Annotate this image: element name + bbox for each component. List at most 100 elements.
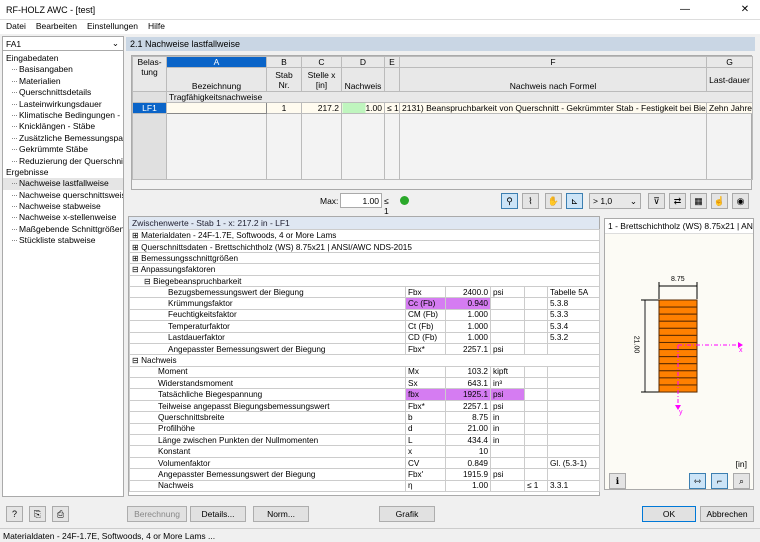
tree-item[interactable]: Stückliste stabweise [3, 235, 123, 246]
table-row[interactable]: Teilweise angepasst Biegungsbemessungswe… [130, 400, 600, 411]
select-icon[interactable]: ☝ [711, 193, 728, 209]
graphic-button[interactable]: Grafik [379, 506, 435, 522]
table-row[interactable]: Angepasster Bemessungswert der BiegungFb… [130, 343, 600, 354]
value: 8.75 [446, 412, 491, 423]
expand-icon[interactable]: ⊞ [132, 231, 141, 240]
col-letter-g[interactable]: G [707, 57, 753, 68]
excel-export-icon[interactable]: ▦ [690, 193, 707, 209]
symbol: fbx [406, 389, 446, 400]
table-row[interactable]: LastdauerfaktorCD (Fb)1.0005.3.2 [130, 332, 600, 343]
collapse-icon[interactable]: ⊟ [132, 265, 141, 274]
table-row[interactable]: Konstantx10 [130, 446, 600, 457]
tree-item[interactable]: Nachweise lastfallweise [3, 178, 123, 189]
table-row[interactable]: Länge zwischen Punkten der NullmomentenL… [130, 435, 600, 446]
tree-item[interactable]: Gekrümmte Stäbe [3, 144, 123, 155]
details-button[interactable]: Details... [190, 506, 246, 522]
table-row[interactable]: ⊟ Biegebeanspruchbarkeit [130, 275, 600, 286]
table-row[interactable]: Angepasster Bemessungswert der BiegungFb… [130, 469, 600, 480]
table-row[interactable]: FeuchtigkeitsfaktorCM (Fb)1.0005.3.3 [130, 309, 600, 320]
location-cell[interactable]: 217.2 [302, 103, 342, 114]
filter-select[interactable]: > 1,0⌄ [589, 193, 641, 209]
table-row[interactable]: ⊞ Materialdaten - 24F-1.7E, Softwoods, 4… [130, 230, 600, 241]
view-icon[interactable]: ◉ [732, 193, 749, 209]
table-row[interactable]: LF1 1 217.2 1.00 ≤ 1 2131) Beanspruchbar… [133, 103, 753, 114]
tree-group[interactable]: Ergebnisse [3, 167, 123, 178]
section-view-icon[interactable]: ⌇ [522, 193, 539, 209]
help-icon[interactable]: ? [6, 506, 23, 522]
tree-item[interactable]: Maßgebende Schnittgrößen stabweise [3, 224, 123, 235]
table-row[interactable]: Tatsächliche Biegespannungfbx1925.1psi [130, 389, 600, 400]
table-row[interactable]: KrümmungsfaktorCc (Fb)0.9405.3.8 [130, 298, 600, 309]
expand-icon[interactable]: ⊞ [132, 243, 141, 252]
collapse-icon[interactable]: ⊟ [132, 356, 141, 365]
unit: psi [491, 400, 525, 411]
tree-item[interactable]: Klimatische Bedingungen - Stäbe [3, 110, 123, 121]
axes-icon[interactable]: ⌐ [711, 473, 728, 489]
table-row[interactable]: MomentMx103.2kipft [130, 366, 600, 377]
diagram-icon[interactable]: ⊾ [566, 193, 583, 209]
col-stelle: Stelle x [in] [302, 68, 342, 92]
info-icon[interactable]: ℹ [609, 473, 626, 489]
col-letter-c[interactable]: C [302, 57, 342, 68]
table-row[interactable]: ⊞ Querschnittsdaten - Brettschichtholz (… [130, 241, 600, 252]
menu-datei[interactable]: Datei [2, 20, 30, 32]
value-name: Krümmungsfaktor [130, 298, 406, 309]
col-letter-a[interactable]: A [167, 57, 267, 68]
calculate-button[interactable]: Berechnung [127, 506, 187, 522]
tree-item[interactable]: Reduzierung der Querschnittsfläche [3, 156, 123, 167]
case-select[interactable]: FA1⌄ [3, 37, 123, 51]
table-row[interactable]: VolumenfaktorCV0.849Gl. (5.3-1) [130, 457, 600, 468]
duration-cell[interactable]: Zehn Jahre [707, 103, 753, 114]
expand-icon[interactable]: ⊞ [132, 254, 141, 263]
tree-item[interactable]: Nachweise x-stellenweise [3, 212, 123, 223]
lamination [659, 335, 697, 342]
minimize-button[interactable]: — [670, 0, 700, 20]
menu-bearbeiten[interactable]: Bearbeiten [32, 20, 81, 32]
tree-item[interactable]: Nachweise stabweise [3, 201, 123, 212]
table-row[interactable]: ⊟ Anpassungsfaktoren [130, 264, 600, 275]
filter-icon[interactable]: ⊽ [648, 193, 665, 209]
tree-group[interactable]: Eingabedaten [3, 53, 123, 64]
ok-button[interactable]: OK [642, 506, 696, 522]
hand-icon[interactable]: ✋ [545, 193, 562, 209]
tree-item[interactable]: Zusätzliche Bemessungsparameter [3, 133, 123, 144]
export-icon[interactable]: ⎘ [29, 506, 46, 522]
load-case[interactable]: LF1 [133, 103, 167, 114]
collapse-icon[interactable]: ⊟ [144, 277, 153, 286]
print-icon[interactable]: ⎙ [52, 506, 69, 522]
formula-cell[interactable]: 2131) Beanspruchbarkeit von Querschnitt … [400, 103, 707, 114]
tree-item[interactable]: Querschnittsdetails [3, 87, 123, 98]
close-button[interactable]: ✕ [730, 0, 760, 20]
tree-item[interactable]: Lasteinwirkungsdauer [3, 99, 123, 110]
result-view-icon[interactable]: ⚲ [501, 193, 518, 209]
table-row[interactable]: Profilhöhed21.00in [130, 423, 600, 434]
tree-item[interactable]: Nachweise querschnittsweise [3, 190, 123, 201]
ratio-cell[interactable]: 1.00 [342, 103, 385, 114]
table-row[interactable]: ⊟ Nachweis [130, 355, 600, 366]
table-row[interactable]: WiderstandsmomentSx643.1in³ [130, 378, 600, 389]
table-row[interactable]: Nachweisη1.00≤ 13.3.1 [130, 480, 600, 491]
table-row[interactable]: ⊞ Bemessungsschnittgrößen [130, 252, 600, 263]
menu-hilfe[interactable]: Hilfe [144, 20, 169, 32]
name-cell[interactable] [167, 103, 267, 114]
reference [548, 423, 600, 434]
zoom-reset-icon[interactable]: ⌕ [733, 473, 750, 489]
norm-button[interactable]: Norm... [253, 506, 309, 522]
reference [548, 412, 600, 423]
dimension-icon[interactable]: ⇿ [689, 473, 706, 489]
color-scale-icon[interactable]: ⇄ [669, 193, 686, 209]
tree-item[interactable]: Knicklängen - Stäbe [3, 121, 123, 132]
col-letter-d[interactable]: D [342, 57, 385, 68]
tree-item[interactable]: Basisangaben [3, 64, 123, 75]
col-letter-e[interactable]: E [385, 57, 400, 68]
tree-item[interactable]: Materialien [3, 76, 123, 87]
cancel-button[interactable]: Abbrechen [700, 506, 754, 522]
value-name: Angepasster Bemessungswert der Biegung [130, 343, 406, 354]
col-letter-b[interactable]: B [267, 57, 302, 68]
menu-einstellungen[interactable]: Einstellungen [83, 20, 142, 32]
table-row[interactable]: Bezugsbemessungswert der BiegungFbx2400.… [130, 286, 600, 297]
table-row[interactable]: TemperaturfaktorCt (Fb)1.0005.3.4 [130, 321, 600, 332]
col-letter-f[interactable]: F [400, 57, 707, 68]
member-cell[interactable]: 1 [267, 103, 302, 114]
table-row[interactable]: Querschnittsbreiteb8.75in [130, 412, 600, 423]
